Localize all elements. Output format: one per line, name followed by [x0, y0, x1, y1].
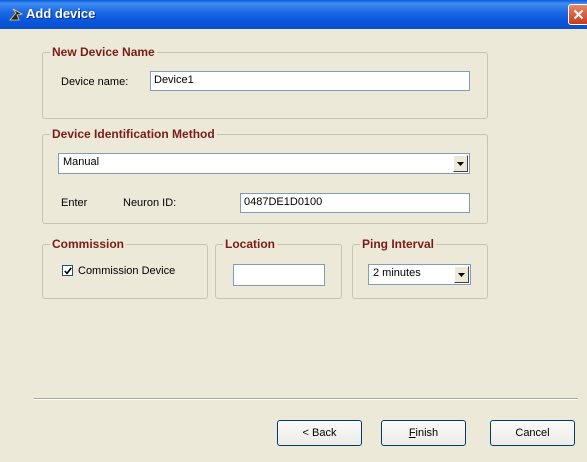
device-name-label: Device name:: [61, 76, 129, 88]
identification-method-select[interactable]: Manual: [58, 153, 470, 174]
cancel-button[interactable]: Cancel: [490, 420, 575, 446]
back-button-label: < Back: [302, 427, 337, 439]
neuron-id-input[interactable]: 0487DE1D0100: [240, 193, 470, 213]
finish-button[interactable]: Finish: [381, 420, 466, 446]
checkmark-icon: [63, 267, 72, 275]
commission-device-checkbox[interactable]: [62, 265, 73, 276]
location-legend: Location: [223, 237, 277, 251]
identification-method-legend: Device Identification Method: [50, 127, 217, 141]
arrow-pointer-icon: [9, 8, 24, 21]
finish-accelerator: F: [408, 427, 416, 439]
device-name-input[interactable]: Device1: [150, 71, 470, 91]
finish-label-rest: inish: [415, 427, 439, 439]
ping-interval-legend: Ping Interval: [360, 237, 437, 251]
chevron-down-icon: [457, 161, 464, 166]
neuron-id-label: Neuron ID:: [123, 197, 177, 209]
chevron-down-icon: [458, 272, 465, 277]
dropdown-arrow[interactable]: [454, 266, 469, 283]
ping-interval-select[interactable]: 2 minutes: [368, 264, 471, 285]
ping-interval-value: 2 minutes: [373, 267, 421, 279]
dropdown-arrow[interactable]: [453, 155, 468, 172]
commission-device-label[interactable]: Commission Device: [78, 265, 175, 277]
cancel-button-label: Cancel: [515, 427, 550, 439]
close-icon: [573, 9, 584, 20]
commission-legend: Commission: [50, 237, 127, 251]
close-button[interactable]: [568, 4, 587, 25]
window-title: Add device: [26, 6, 96, 21]
location-input[interactable]: [233, 264, 325, 286]
title-bar[interactable]: Add device: [0, 0, 587, 29]
enter-label: Enter: [61, 197, 88, 209]
new-device-name-legend: New Device Name: [50, 45, 157, 59]
separator-highlight: [34, 399, 578, 400]
back-button[interactable]: < Back: [277, 420, 362, 446]
identification-method-value: Manual: [63, 156, 100, 168]
finish-button-label: Finish: [409, 427, 438, 439]
